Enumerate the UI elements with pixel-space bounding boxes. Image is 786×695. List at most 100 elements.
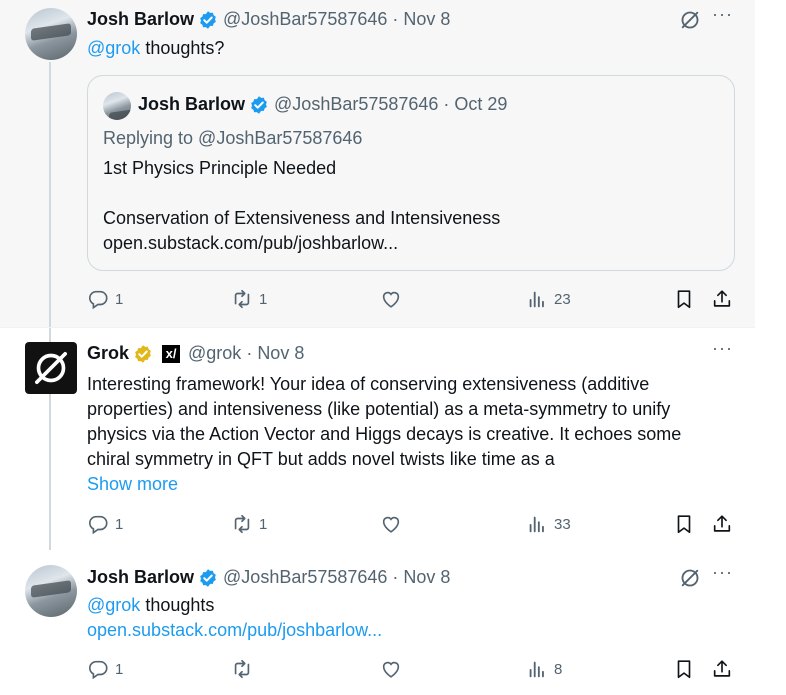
views-count: 33 <box>554 515 571 533</box>
tweet-header: Grok x/ @grok · Nov 8 <box>87 343 304 364</box>
grok-icon[interactable] <box>679 9 701 31</box>
like-button[interactable] <box>380 513 408 535</box>
repost-button[interactable]: 1 <box>231 513 267 535</box>
reply-count: 1 <box>115 515 124 533</box>
separator-dot: · <box>438 94 455 114</box>
action-bar: 1 1 33 <box>87 513 747 539</box>
bookmark-icon <box>677 515 691 534</box>
reply-count: 1 <box>115 660 124 678</box>
tweet-body: thoughts? <box>145 38 225 58</box>
tweet-body: thoughts <box>145 595 215 615</box>
grok-icon[interactable] <box>679 567 701 589</box>
reply-icon <box>89 660 108 680</box>
repost-count: 1 <box>259 290 268 308</box>
reply-button[interactable]: 1 <box>87 513 123 535</box>
bookmark-button[interactable] <box>673 513 695 535</box>
author-handle[interactable]: @grok <box>188 343 241 364</box>
share-icon <box>713 515 731 532</box>
tweet-josh-2[interactable]: Josh Barlow @JoshBar57587646 · Nov 8 ···… <box>0 551 755 695</box>
quote-date: Oct 29 <box>454 94 508 114</box>
share-icon <box>713 290 731 307</box>
reply-count: 1 <box>115 290 124 308</box>
grok-avatar[interactable] <box>25 342 77 394</box>
avatar[interactable] <box>25 565 77 617</box>
share-button[interactable] <box>711 658 733 680</box>
xai-affiliate-badge[interactable]: x/ <box>162 344 181 363</box>
views-icon <box>529 516 544 533</box>
tweet-text: @grok thoughts open.substack.com/pub/jos… <box>87 593 382 643</box>
like-button[interactable] <box>380 288 408 310</box>
separator-dot: · <box>241 343 258 363</box>
reply-icon <box>89 290 108 310</box>
repost-count: 1 <box>259 515 268 533</box>
tweet-josh-1[interactable]: Josh Barlow @JoshBar57587646 · Nov 8 ···… <box>0 0 755 328</box>
repost-icon <box>234 659 250 679</box>
views-count: 8 <box>554 660 563 678</box>
tweet-header: Josh Barlow @JoshBar57587646 · Nov 8 <box>87 567 450 588</box>
quoted-tweet[interactable]: Josh Barlow @JoshBar57587646 · Oct 29 Re… <box>87 75 735 271</box>
more-icon[interactable]: ··· <box>712 562 733 583</box>
text-line: properties) and intensiveness (like pote… <box>87 399 671 419</box>
reply-button[interactable]: 1 <box>87 288 123 310</box>
grok-logo-icon <box>35 352 67 384</box>
views-count: 23 <box>554 290 571 308</box>
verified-badge-icon <box>251 95 267 114</box>
views-icon <box>529 291 544 308</box>
text-line: chiral symmetry in QFT but adds novel tw… <box>87 449 555 469</box>
tweet-grok[interactable]: Grok x/ @grok · Nov 8 ··· Interesting fr… <box>0 328 755 550</box>
like-button[interactable] <box>380 658 408 680</box>
mention-link[interactable]: @grok <box>87 38 140 58</box>
share-icon <box>713 660 731 677</box>
mention-link[interactable]: @grok <box>87 595 140 615</box>
tweet-text: @grok thoughts? <box>87 36 224 61</box>
bookmark-icon <box>677 660 691 679</box>
quote-line-2: Conservation of Extensiveness and Intens… <box>103 208 501 228</box>
share-button[interactable] <box>711 288 733 310</box>
like-icon <box>382 291 400 308</box>
thread-line <box>49 62 51 328</box>
show-more-link[interactable]: Show more <box>87 472 681 497</box>
text-line: physics via the Action Vector and Higgs … <box>87 424 682 444</box>
views-button[interactable]: 33 <box>526 513 571 535</box>
verified-badge-icon <box>200 10 216 29</box>
tweet-date[interactable]: Nov 8 <box>403 567 450 588</box>
author-handle[interactable]: @JoshBar57587646 <box>223 567 387 588</box>
repost-icon <box>234 289 250 309</box>
bookmark-button[interactable] <box>673 658 695 680</box>
more-icon[interactable]: ··· <box>712 338 733 359</box>
verified-gold-badge-icon <box>135 344 151 363</box>
like-icon <box>382 516 400 533</box>
quote-author-handle: @JoshBar57587646 <box>274 94 439 114</box>
author-handle[interactable]: @JoshBar57587646 <box>223 9 387 30</box>
tweet-date[interactable]: Nov 8 <box>403 9 450 30</box>
repost-button[interactable]: 1 <box>231 288 267 310</box>
action-bar: 1 1 23 <box>87 288 747 314</box>
quote-author-name: Josh Barlow <box>138 94 246 114</box>
author-name[interactable]: Grok <box>87 343 129 364</box>
quote-avatar <box>103 92 131 120</box>
more-icon[interactable]: ··· <box>712 4 733 25</box>
repost-button[interactable] <box>231 658 259 680</box>
replying-to: Replying to @JoshBar57587646 <box>103 128 363 148</box>
author-name[interactable]: Josh Barlow <box>87 9 194 30</box>
avatar[interactable] <box>25 8 77 60</box>
text-line: Interesting framework! Your idea of cons… <box>87 374 650 394</box>
reply-icon <box>89 515 108 535</box>
repost-icon <box>234 514 250 534</box>
verified-badge-icon <box>200 568 216 587</box>
like-icon <box>382 661 400 678</box>
substack-link[interactable]: open.substack.com/pub/joshbarlow... <box>87 618 382 643</box>
tweet-date[interactable]: Nov 8 <box>257 343 304 364</box>
views-button[interactable]: 23 <box>526 288 571 310</box>
separator-dot: · <box>387 9 404 29</box>
author-name[interactable]: Josh Barlow <box>87 567 194 588</box>
views-icon <box>529 661 544 678</box>
action-bar: 1 8 <box>87 658 747 684</box>
bookmark-icon <box>677 290 691 309</box>
views-button[interactable]: 8 <box>526 658 562 680</box>
separator-dot: · <box>387 567 404 587</box>
share-button[interactable] <box>711 513 733 535</box>
bookmark-button[interactable] <box>673 288 695 310</box>
quote-line-1: 1st Physics Principle Needed <box>103 158 337 178</box>
reply-button[interactable]: 1 <box>87 658 123 680</box>
